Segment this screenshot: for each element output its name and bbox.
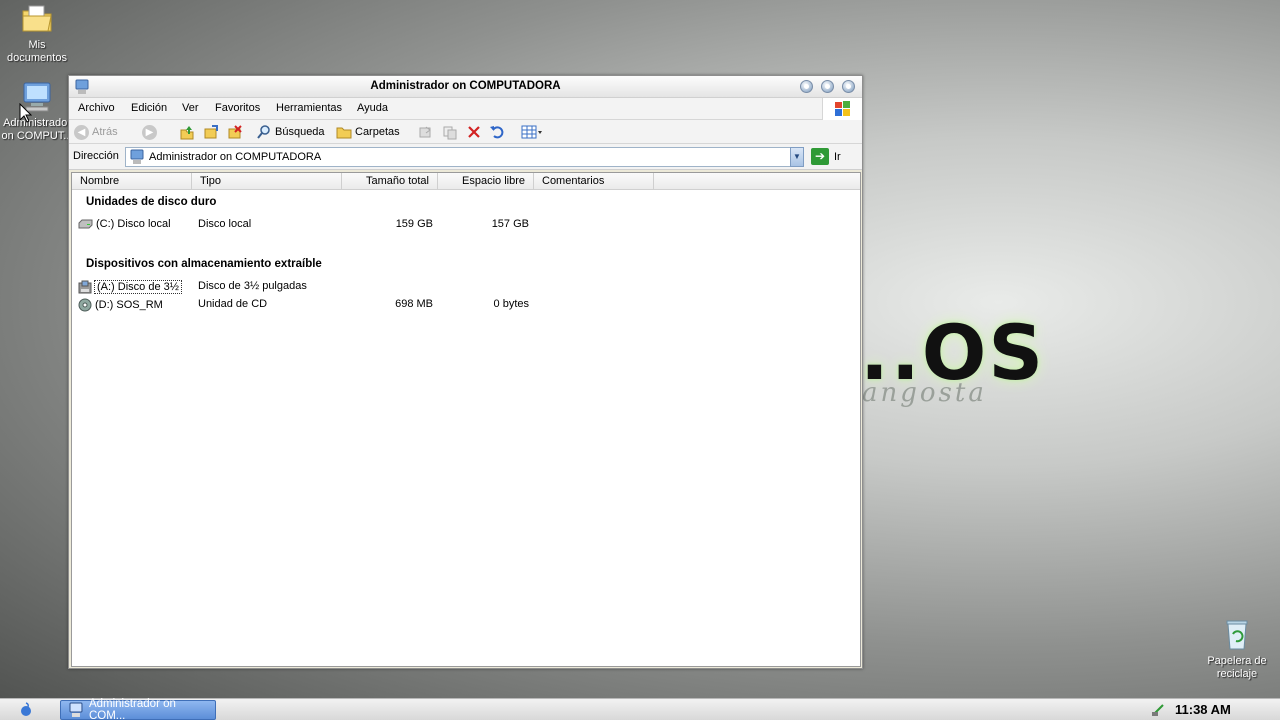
- window-title: Administrador on COMPUTADORA: [370, 80, 561, 92]
- desktop-icon-recycle-bin[interactable]: Papelera de reciclaje: [1200, 618, 1274, 681]
- back-button[interactable]: ◀ Atrás: [74, 123, 118, 141]
- menu-favoritos[interactable]: Favoritos: [215, 102, 260, 114]
- item-name: (C:) Disco local: [96, 218, 171, 230]
- menu-herramientas[interactable]: Herramientas: [276, 102, 342, 114]
- item-free-space: 157 GB: [491, 218, 529, 230]
- move-icon: [419, 126, 431, 138]
- windows-flag-icon: [822, 98, 862, 120]
- column-name[interactable]: Nombre: [72, 173, 192, 190]
- item-total-size: 159 GB: [395, 218, 433, 230]
- address-input[interactable]: Administrador on COMPUTADORA: [125, 147, 804, 167]
- computer-icon: [130, 149, 144, 164]
- copy-icon: [443, 126, 457, 140]
- address-label: Dirección: [73, 150, 119, 162]
- search-button[interactable]: Búsqueda: [256, 123, 325, 141]
- column-total-size[interactable]: Tamaño total: [342, 173, 438, 190]
- move-to-icon: [204, 125, 218, 139]
- column-type[interactable]: Tipo: [192, 173, 342, 190]
- mouse-cursor-icon: [19, 102, 33, 123]
- toolbar: ◀ Atrás ▶ Búsqueda Carpetas: [69, 120, 862, 144]
- back-arrow-icon: ◀: [74, 124, 89, 140]
- explorer-window: Administrador on COMPUTADORA Archivo Edi…: [68, 75, 863, 669]
- hard-drive-icon: [78, 219, 93, 229]
- folder-icon: [336, 127, 352, 139]
- search-icon: [257, 125, 270, 139]
- chevron-down-icon: ▼: [793, 152, 801, 161]
- file-list[interactable]: Nombre Tipo Tamaño total Espacio libre C…: [71, 172, 861, 667]
- list-item[interactable]: (A:) Disco de 3½ Disco de 3½ pulgadas: [72, 279, 860, 295]
- go-arrow-icon: ➔: [811, 148, 829, 165]
- move-button[interactable]: [417, 123, 433, 141]
- forward-button[interactable]: ▶: [142, 123, 157, 141]
- clock[interactable]: 11:38 AM: [1175, 702, 1231, 717]
- item-name: (A:) Disco de 3½: [94, 280, 182, 294]
- start-logo-icon: [21, 702, 31, 716]
- desktop-icon-computer[interactable]: Administrador on COMPUT...: [0, 80, 74, 143]
- up-folder-icon: [180, 126, 194, 140]
- undo-button[interactable]: [489, 123, 505, 141]
- menu-edicion[interactable]: Edición: [131, 102, 167, 114]
- copy-button[interactable]: [442, 123, 458, 141]
- move-to-button[interactable]: [203, 123, 219, 141]
- menu-ver[interactable]: Ver: [182, 102, 199, 114]
- column-free-space[interactable]: Espacio libre: [438, 173, 534, 190]
- desktop-icon-label: Mis documentos: [7, 39, 67, 64]
- address-dropdown-button[interactable]: ▼: [790, 147, 804, 167]
- cd-drive-icon: [78, 298, 92, 312]
- go-label: Ir: [834, 150, 841, 163]
- delete-button[interactable]: [466, 123, 482, 141]
- views-icon: [521, 125, 542, 139]
- column-header: Nombre Tipo Tamaño total Espacio libre C…: [72, 173, 860, 190]
- menu-archivo[interactable]: Archivo: [78, 102, 115, 114]
- network-tray-icon[interactable]: [1150, 702, 1166, 718]
- up-folder-button[interactable]: [179, 123, 195, 141]
- copy-to-button[interactable]: [227, 123, 243, 141]
- address-value: Administrador on COMPUTADORA: [149, 151, 322, 163]
- floppy-icon: [78, 280, 92, 294]
- taskbar: Administrador on COM... 11:38 AM: [0, 698, 1280, 720]
- folders-button[interactable]: Carpetas: [336, 123, 400, 141]
- group-title-removable: Dispositivos con almacenamiento extraíbl…: [86, 258, 322, 270]
- forward-arrow-icon: ▶: [142, 124, 157, 140]
- maximize-button[interactable]: [821, 80, 834, 93]
- item-type: Unidad de CD: [198, 298, 268, 310]
- go-button[interactable]: ➔ Ir: [811, 148, 841, 165]
- item-free-space: 0 bytes: [493, 298, 529, 310]
- column-comments[interactable]: Comentarios: [534, 173, 654, 190]
- wallpaper-subtext: angosta: [862, 378, 987, 408]
- search-label: Búsqueda: [275, 126, 325, 138]
- item-name: (D:) SOS_RM: [95, 299, 163, 311]
- views-button[interactable]: [521, 123, 543, 141]
- close-button[interactable]: [842, 80, 855, 93]
- menu-ayuda[interactable]: Ayuda: [357, 102, 388, 114]
- item-type: Disco local: [198, 218, 252, 230]
- desktop-icon-label: Papelera de reciclaje: [1207, 655, 1267, 680]
- menu-bar: Archivo Edición Ver Favoritos Herramient…: [69, 98, 862, 120]
- desktop-icon-my-documents[interactable]: Mis documentos: [0, 2, 74, 65]
- copy-to-icon: [228, 125, 242, 139]
- delete-icon: [468, 126, 480, 138]
- computer-icon: [69, 702, 83, 717]
- title-bar[interactable]: Administrador on COMPUTADORA: [69, 76, 862, 98]
- back-label: Atrás: [92, 126, 118, 138]
- taskbar-window-label: Administrador on COM...: [88, 698, 176, 720]
- start-button[interactable]: [18, 702, 34, 718]
- minimize-button[interactable]: [800, 80, 813, 93]
- list-item[interactable]: (C:) Disco local Disco local 159 GB 157 …: [72, 217, 860, 233]
- address-bar: Dirección Administrador on COMPUTADORA ▼…: [69, 144, 862, 170]
- item-total-size: 698 MB: [395, 298, 433, 310]
- desktop-icon-label: Administrador on COMPUT...: [1, 117, 73, 142]
- folders-label: Carpetas: [355, 126, 400, 138]
- taskbar-window-button[interactable]: Administrador on COM...: [60, 698, 216, 720]
- list-item[interactable]: (D:) SOS_RM Unidad de CD 698 MB 0 bytes: [72, 297, 860, 313]
- folder-documents-icon: [20, 2, 54, 36]
- undo-icon: [490, 126, 504, 139]
- item-type: Disco de 3½ pulgadas: [198, 280, 307, 292]
- recycle-bin-icon: [1220, 618, 1254, 652]
- group-title-hard-drives: Unidades de disco duro: [86, 196, 217, 208]
